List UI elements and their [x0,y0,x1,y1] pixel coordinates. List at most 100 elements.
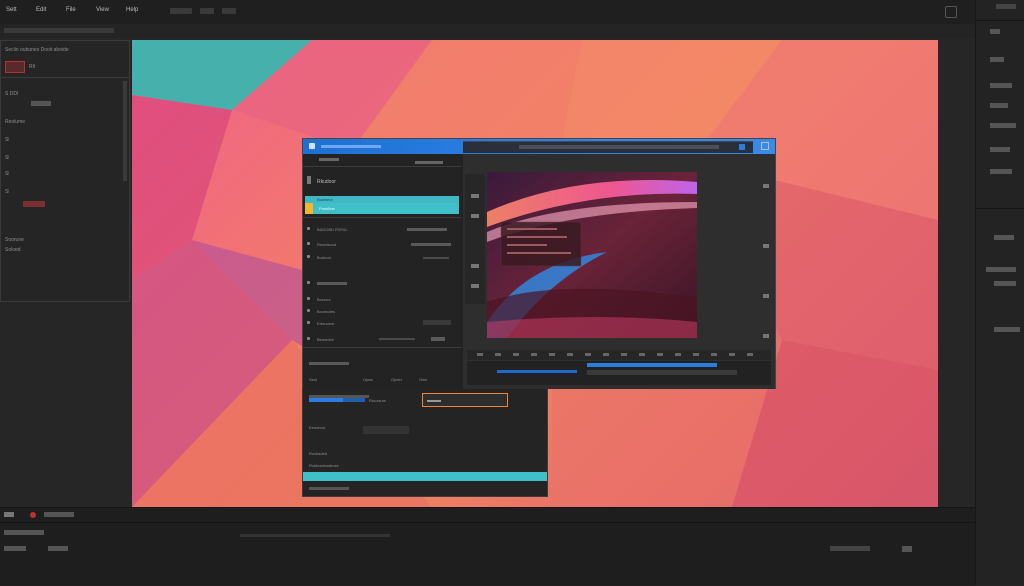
sidebar-item[interactable]: Bcuriodes [307,308,457,315]
track-header[interactable] [48,546,68,551]
divider [1,77,129,78]
record-icon[interactable] [30,512,36,518]
tool-strip-text [4,28,114,33]
preview-image [487,172,697,338]
menu-item-1[interactable]: Sett [6,7,17,13]
property-row[interactable] [990,123,1016,128]
chevron-icon [307,337,310,340]
sub-panel-progress-fill [309,398,343,402]
timeline-controls[interactable] [44,512,74,517]
sidebar-item[interactable]: Erteuoeor [307,320,457,327]
settings-icon[interactable] [902,546,912,552]
toolbar-group[interactable] [170,8,192,14]
property-row[interactable] [990,83,1012,88]
tool-icon[interactable] [471,264,479,268]
menubar: Sett Edit File View Help [0,0,1024,25]
sidebar-tool[interactable] [319,158,339,161]
toolbar-group[interactable] [200,8,214,14]
track-clip[interactable] [240,534,390,537]
record-icon[interactable] [5,61,25,73]
sidebar-item-label: Posblicer [319,206,335,211]
sidebar-item-selected[interactable]: Buwbeor [305,196,459,203]
sidebar-item-label: Reoelsood [317,242,336,247]
right-panel-header [996,4,1016,9]
sub-panel-label: Roldosebosbose [309,463,339,468]
timeline-track[interactable] [587,370,737,375]
highlighted-input[interactable] [422,393,508,407]
tab-bar[interactable] [463,141,753,153]
left-row-label: Sl [5,155,9,161]
toolbar-label[interactable]: Opeel [391,377,402,382]
sidebar-item[interactable]: Reoelsood [307,241,457,248]
left-row-label: Sl [5,171,9,177]
timeline-clip[interactable] [587,363,717,367]
sub-panel-field[interactable] [363,426,409,434]
tool-icon[interactable] [763,294,769,298]
sidebar-item-highlight[interactable]: Posblicer [305,203,459,214]
address-field[interactable] [519,145,719,149]
toolbar-label[interactable]: Opes [363,377,373,382]
track-header[interactable] [4,530,44,535]
zoom-control[interactable] [830,546,870,551]
property-row[interactable] [990,147,1010,152]
tool-icon[interactable] [471,214,479,218]
chevron-icon [307,309,310,312]
timeline-clip[interactable] [497,370,577,373]
sidebar-item-row: Posblicer [313,203,459,214]
sub-panel-label: Eeunbod [309,425,325,430]
property-row[interactable] [990,103,1008,108]
tool-icon[interactable] [763,184,769,188]
menu-item-5[interactable]: Help [126,7,138,13]
main-app-window: Rkudoor Buwbeor Posblicer BADOBD RSFAL R… [302,138,776,389]
window-control-icon[interactable] [945,6,957,18]
mini-timeline [467,361,771,385]
tool-icon[interactable] [763,244,769,248]
sidebar-item[interactable]: Bloeeobe [307,336,457,343]
sidebar-item-action[interactable] [431,337,445,341]
sidebar-item-label: Buwbeor [317,197,333,202]
sidebar-item[interactable]: BADOBD RSFAL [307,226,457,233]
sidebar-item-value [423,257,449,259]
bottom-timeline [0,507,975,586]
search-icon[interactable] [739,144,745,150]
footer-text [309,487,349,490]
sub-panel-progress [309,398,365,402]
divider [0,522,975,523]
left-panel: Seclin oubunes Dooit aboide Rlt S DDI Re… [0,40,130,302]
layer-row[interactable] [986,267,1016,272]
close-icon[interactable] [761,142,769,150]
menu-item-4[interactable]: View [96,7,109,13]
sub-panel-label: Rouxsurs [369,398,386,403]
control-icons[interactable] [477,353,757,356]
scrollbar[interactable] [123,81,127,181]
layer-row[interactable] [994,281,1016,286]
left-row-value [31,101,51,106]
property-row[interactable] [990,57,1004,62]
chevron-icon [307,321,310,324]
tool-icon[interactable] [763,334,769,338]
layer-row[interactable] [994,327,1020,332]
toolbar-label[interactable]: Seol [309,377,317,382]
timeline-controls [467,350,771,360]
property-row[interactable] [990,29,1000,34]
chevron-icon [307,242,310,245]
left-panel-header: Seclin oubunes Dooit aboide [5,47,127,53]
sidebar-item[interactable] [307,280,457,287]
toolbar-group[interactable] [222,8,236,14]
sidebar-tool[interactable] [415,161,443,164]
tool-icon[interactable] [471,284,479,288]
toolbar-label[interactable]: Oeel [419,377,427,382]
window-titlebar[interactable] [303,139,775,154]
right-tool-column [763,184,771,374]
sidebar-item[interactable]: Budood [307,254,457,261]
tool-icon[interactable] [471,194,479,198]
layer-row[interactable] [994,235,1014,240]
track-header[interactable] [4,546,26,551]
menu-item-2[interactable]: Edit [36,7,46,13]
menu-item-3[interactable]: File [66,7,76,13]
sidebar-item-label: Erteuoeor [317,321,335,326]
property-row[interactable] [990,169,1012,174]
left-row-label: Soloed [5,247,21,253]
sidebar-item[interactable]: Bocsrur [307,296,457,303]
properties-section [976,20,1024,206]
